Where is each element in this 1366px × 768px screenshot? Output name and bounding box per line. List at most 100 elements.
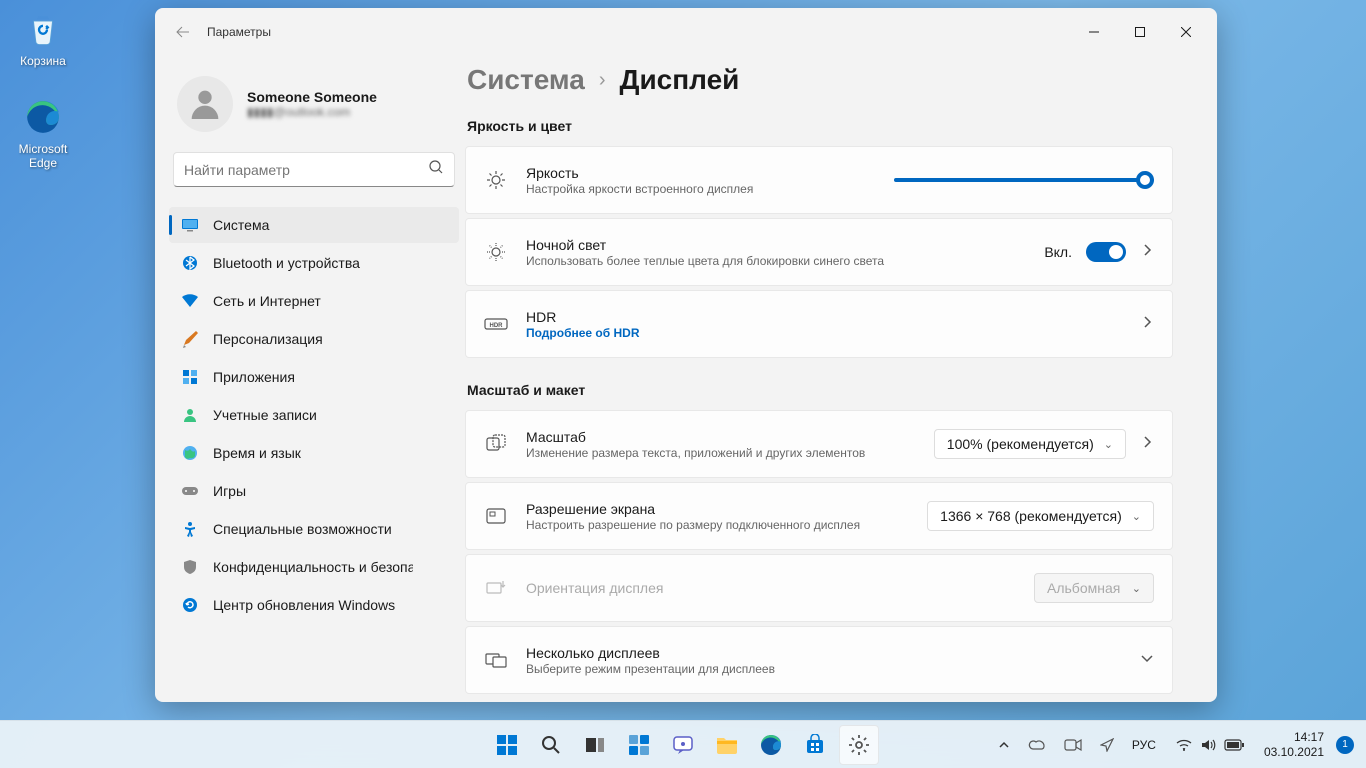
widgets-button[interactable] — [619, 725, 659, 765]
tray-network-sound-battery[interactable] — [1168, 734, 1252, 756]
row-night-light[interactable]: Ночной свет Использовать более теплые цв… — [466, 219, 1172, 285]
chat-button[interactable] — [663, 725, 703, 765]
row-resolution: Разрешение экрана Настроить разрешение п… — [466, 483, 1172, 549]
sidebar-item-accounts[interactable]: Учетные записи — [169, 397, 459, 433]
scale-title: Масштаб — [526, 429, 916, 445]
hdr-link[interactable]: Подробнее об HDR — [526, 326, 1122, 340]
night-light-toggle[interactable] — [1086, 242, 1126, 262]
browser-icon — [22, 96, 64, 138]
tray-meet-now-icon[interactable] — [1058, 734, 1088, 756]
svg-text:HDR: HDR — [490, 323, 504, 329]
row-multiple-displays[interactable]: Несколько дисплеев Выберите режим презен… — [466, 627, 1172, 693]
search-button[interactable] — [531, 725, 571, 765]
sidebar-item-label: Конфиденциальность и безопасность — [213, 559, 413, 575]
gamepad-icon — [181, 482, 199, 500]
user-email: ▮▮▮▮@outlook.com — [247, 105, 377, 119]
tray-notifications[interactable]: 1 — [1336, 736, 1354, 754]
accessibility-icon — [181, 520, 199, 538]
search-icon — [428, 159, 444, 180]
search-box[interactable] — [173, 152, 455, 187]
recycle-bin-icon[interactable]: Корзина — [5, 8, 81, 68]
multiple-title: Несколько дисплеев — [526, 645, 1122, 661]
chevron-right-icon[interactable] — [1140, 315, 1154, 334]
row-orientation: Ориентация дисплея Альбомная ⌄ — [466, 555, 1172, 621]
sidebar-item-label: Время и язык — [213, 445, 301, 461]
trash-icon — [22, 8, 64, 50]
wifi-icon — [181, 292, 199, 310]
user-name: Someone Someone — [247, 89, 377, 105]
maximize-button[interactable] — [1117, 16, 1163, 48]
row-brightness: Яркость Настройка яркости встроенного ди… — [466, 147, 1172, 213]
shield-icon — [181, 558, 199, 576]
multiple-displays-icon — [484, 648, 508, 672]
orientation-title: Ориентация дисплея — [526, 580, 1016, 596]
speaker-icon — [1200, 738, 1216, 752]
hdr-title: HDR — [526, 309, 1122, 325]
brightness-desc: Настройка яркости встроенного дисплея — [526, 182, 876, 196]
minimize-button[interactable] — [1071, 16, 1117, 48]
sidebar-item-label: Приложения — [213, 369, 295, 385]
sidebar-item-accessibility[interactable]: Специальные возможности — [169, 511, 459, 547]
orientation-icon — [484, 576, 508, 600]
tray-overflow[interactable] — [992, 735, 1016, 755]
sidebar-item-system[interactable]: Система — [169, 207, 459, 243]
chevron-right-icon[interactable] — [1140, 243, 1154, 262]
sidebar-item-network[interactable]: Сеть и Интернет — [169, 283, 459, 319]
resolution-dropdown[interactable]: 1366 × 768 (рекомендуется) ⌄ — [927, 501, 1154, 531]
tray-clock[interactable]: 14:17 03.10.2021 — [1258, 728, 1330, 761]
resolution-title: Разрешение экрана — [526, 501, 909, 517]
taskbar: РУС 14:17 03.10.2021 1 — [0, 720, 1366, 768]
sidebar-item-label: Персонализация — [213, 331, 323, 347]
tray-location-icon[interactable] — [1094, 734, 1120, 756]
close-button[interactable] — [1163, 16, 1209, 48]
section-brightness-color: Яркость и цвет — [467, 118, 1173, 134]
explorer-button[interactable] — [707, 725, 747, 765]
task-view-button[interactable] — [575, 725, 615, 765]
bluetooth-icon — [181, 254, 199, 272]
sidebar-item-label: Центр обновления Windows — [213, 597, 395, 613]
sidebar-item-gaming[interactable]: Игры — [169, 473, 459, 509]
tray-language[interactable]: РУС — [1126, 734, 1162, 756]
back-button[interactable] — [163, 14, 203, 50]
start-button[interactable] — [487, 725, 527, 765]
sidebar-item-personalization[interactable]: Персонализация — [169, 321, 459, 357]
content-area: Система › Дисплей Яркость и цвет Яркость… — [465, 56, 1217, 702]
search-input[interactable] — [184, 162, 428, 178]
user-block[interactable]: Someone Someone ▮▮▮▮@outlook.com — [169, 64, 459, 152]
slider-thumb[interactable] — [1136, 171, 1154, 189]
multiple-desc: Выберите режим презентации для дисплеев — [526, 662, 1122, 676]
edge-taskbar-button[interactable] — [751, 725, 791, 765]
row-scale[interactable]: Масштаб Изменение размера текста, прилож… — [466, 411, 1172, 477]
battery-icon — [1224, 739, 1244, 751]
row-hdr[interactable]: HDR HDR Подробнее об HDR — [466, 291, 1172, 357]
brightness-slider[interactable] — [894, 178, 1154, 182]
resolution-icon — [484, 504, 508, 528]
update-icon — [181, 596, 199, 614]
breadcrumb-parent[interactable]: Система — [467, 64, 585, 96]
night-light-desc: Использовать более теплые цвета для блок… — [526, 254, 1026, 268]
sidebar-item-apps[interactable]: Приложения — [169, 359, 459, 395]
tray-onedrive-icon[interactable] — [1022, 734, 1052, 756]
settings-taskbar-button[interactable] — [839, 725, 879, 765]
avatar — [177, 76, 233, 132]
chevron-down-icon: ⌄ — [1132, 510, 1141, 523]
chevron-down-icon: ⌄ — [1132, 582, 1141, 595]
sidebar-item-label: Игры — [213, 483, 246, 499]
tray-date: 03.10.2021 — [1264, 745, 1324, 759]
sidebar-item-privacy[interactable]: Конфиденциальность и безопасность — [169, 549, 459, 585]
person-icon — [181, 406, 199, 424]
sidebar-item-label: Bluetooth и устройства — [213, 255, 360, 271]
sidebar-item-update[interactable]: Центр обновления Windows — [169, 587, 459, 623]
sidebar-item-time[interactable]: Время и язык — [169, 435, 459, 471]
edge-label: Microsoft Edge — [5, 142, 81, 170]
scale-icon — [484, 432, 508, 456]
chevron-right-icon[interactable] — [1140, 435, 1154, 454]
chevron-down-icon[interactable] — [1140, 651, 1154, 670]
sidebar-item-bluetooth[interactable]: Bluetooth и устройства — [169, 245, 459, 281]
edge-icon[interactable]: Microsoft Edge — [5, 96, 81, 170]
settings-window: Параметры Someone Someone ▮▮▮▮@outlook.c… — [155, 8, 1217, 702]
recycle-bin-label: Корзина — [5, 54, 81, 68]
scale-dropdown[interactable]: 100% (рекомендуется) ⌄ — [934, 429, 1126, 459]
store-button[interactable] — [795, 725, 835, 765]
scale-desc: Изменение размера текста, приложений и д… — [526, 446, 916, 460]
